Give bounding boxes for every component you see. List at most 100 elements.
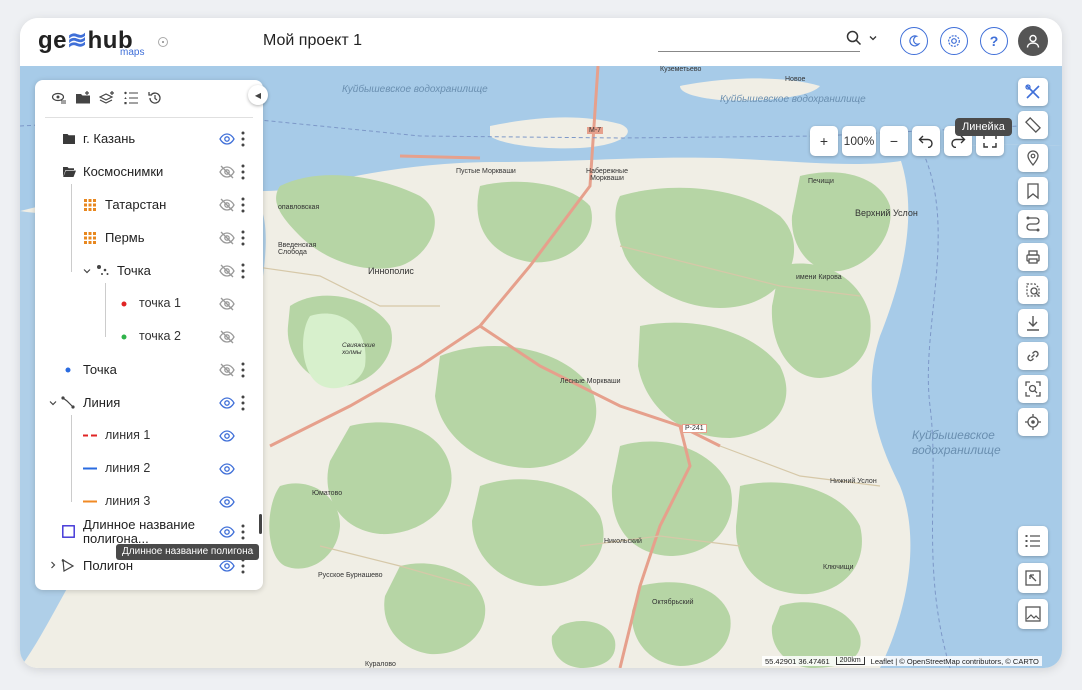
chevron-down-icon[interactable] xyxy=(83,267,91,275)
layer-row[interactable]: линия 1 xyxy=(35,420,263,452)
layer-row[interactable]: Точка xyxy=(35,354,263,386)
search-area-button[interactable] xyxy=(1018,276,1048,304)
more-vertical-icon[interactable] xyxy=(241,523,245,541)
marker-button[interactable] xyxy=(1018,144,1048,172)
eye-off-icon[interactable] xyxy=(219,198,235,212)
layers-toolbar xyxy=(45,80,253,118)
settings-button[interactable] xyxy=(940,27,968,55)
collapse-panel-button[interactable]: ◀ xyxy=(248,85,268,105)
more-vertical-icon[interactable] xyxy=(241,196,245,214)
layer-row[interactable]: точка 1 xyxy=(35,288,263,320)
print-button[interactable] xyxy=(1018,243,1048,271)
eye-off-icon[interactable] xyxy=(219,330,235,344)
more-vertical-icon[interactable] xyxy=(241,229,245,247)
search-field[interactable] xyxy=(658,32,860,52)
eye-off-icon[interactable] xyxy=(219,297,235,311)
geolocate-button[interactable] xyxy=(1018,408,1048,436)
basemap-button[interactable] xyxy=(1018,599,1048,629)
more-vertical-icon[interactable] xyxy=(241,130,245,148)
zoom-area-icon xyxy=(1025,381,1041,397)
bookmark-button[interactable] xyxy=(1018,177,1048,205)
layer-row[interactable]: Татарстан xyxy=(35,189,263,221)
legend-button[interactable] xyxy=(1018,526,1048,556)
eye-icon[interactable] xyxy=(219,462,235,476)
link-button[interactable] xyxy=(1018,342,1048,370)
avatar[interactable] xyxy=(1018,26,1048,56)
eye-off-icon[interactable] xyxy=(219,231,235,245)
visibility-list-icon[interactable] xyxy=(51,90,67,106)
moon-icon xyxy=(909,35,921,47)
layer-row[interactable]: Пермь xyxy=(35,222,263,254)
area-search-icon xyxy=(1026,283,1040,297)
logo[interactable]: ge≋hub xyxy=(38,26,133,55)
eye-icon[interactable] xyxy=(219,429,235,443)
add-folder-icon[interactable] xyxy=(75,90,91,106)
tools-icon xyxy=(1025,84,1040,99)
map-attribution: 55.42901 36.47461 200km Leaflet | © Open… xyxy=(762,656,1042,666)
project-title[interactable]: Мой проект 1 xyxy=(263,32,362,50)
map-label-klyuchischi: Ключищи xyxy=(823,564,854,571)
help-button[interactable]: ? xyxy=(980,27,1008,55)
minimap-button[interactable] xyxy=(1018,563,1048,593)
zoom-in-button[interactable]: + xyxy=(810,126,838,156)
map-label-water: Куйбышевское водохранилище xyxy=(720,94,866,105)
zoom-out-button[interactable]: − xyxy=(880,126,908,156)
zoom-to-area-button[interactable] xyxy=(1018,375,1048,403)
app-window: ge≋hub maps Мой проект 1 ? Куйбышевское … xyxy=(20,18,1062,668)
ruler-button[interactable] xyxy=(1018,111,1048,139)
legend-list-icon xyxy=(1025,535,1040,547)
map-label-oktyabrsky: Октябрьский xyxy=(652,599,694,606)
search-input[interactable] xyxy=(658,33,838,48)
history-icon[interactable] xyxy=(147,90,163,106)
eye-icon[interactable] xyxy=(219,396,235,410)
map-label-russkoe-burnashevo: Русское Бурнашево xyxy=(318,572,383,579)
eye-icon[interactable] xyxy=(219,495,235,509)
download-button[interactable] xyxy=(1018,309,1048,337)
map-label-innopolis: Иннополис xyxy=(368,266,414,276)
eye-off-icon[interactable] xyxy=(219,165,235,179)
map-label-nikolsky: Никольский xyxy=(604,538,642,545)
layer-row[interactable]: Космоснимки xyxy=(35,156,263,188)
chevron-down-icon[interactable] xyxy=(868,33,878,43)
road-shield-m7: М-7 xyxy=(587,127,604,134)
more-vertical-icon[interactable] xyxy=(241,163,245,181)
legend-icon[interactable] xyxy=(123,90,139,106)
route-button[interactable] xyxy=(1018,210,1048,238)
layer-label: линия 1 xyxy=(105,428,151,442)
map-label-verkhny-uslon: Верхний Услон xyxy=(855,208,918,218)
blue-line-icon xyxy=(83,467,97,470)
layer-row[interactable]: линия 3 xyxy=(35,486,263,518)
layer-row[interactable]: г. Казань xyxy=(35,123,263,155)
eye-off-icon[interactable] xyxy=(219,264,235,278)
download-icon xyxy=(1027,316,1039,331)
eye-icon[interactable] xyxy=(219,132,235,146)
more-vertical-icon[interactable] xyxy=(241,361,245,379)
layer-row[interactable]: линия 2 xyxy=(35,453,263,485)
map-label-nizhny-uslon: Нижний Услон xyxy=(830,478,877,485)
layer-label: Полигон xyxy=(83,558,134,573)
eye-off-icon[interactable] xyxy=(219,363,235,377)
more-vertical-icon[interactable] xyxy=(241,262,245,280)
search-icon[interactable] xyxy=(846,30,862,46)
map-label-kuralovo: Куралово xyxy=(365,661,396,668)
eye-icon[interactable] xyxy=(219,525,235,539)
route-icon xyxy=(1026,216,1040,232)
add-layer-icon[interactable] xyxy=(99,90,115,106)
map-label-yumatovo: Юматово xyxy=(312,490,343,497)
theme-button[interactable] xyxy=(900,27,928,55)
layer-label: г. Казань xyxy=(83,131,136,146)
chevron-down-icon[interactable] xyxy=(49,399,57,407)
undo-button[interactable] xyxy=(912,126,940,156)
eye-icon[interactable] xyxy=(219,559,235,573)
bookmark-icon xyxy=(1027,183,1039,200)
attribution-text[interactable]: Leaflet | © OpenStreetMap contributors, … xyxy=(871,657,1039,666)
layer-row[interactable]: Точка xyxy=(35,255,263,287)
chevron-right-icon[interactable] xyxy=(49,561,57,569)
more-vertical-icon[interactable] xyxy=(241,394,245,412)
panel-scrollbar[interactable] xyxy=(259,514,262,534)
tools-button[interactable] xyxy=(1018,78,1048,106)
polygon-square-icon xyxy=(62,525,75,538)
layer-row[interactable]: точка 2 xyxy=(35,321,263,353)
layer-row[interactable]: Линия xyxy=(35,387,263,419)
crosshair-icon xyxy=(1025,414,1041,430)
